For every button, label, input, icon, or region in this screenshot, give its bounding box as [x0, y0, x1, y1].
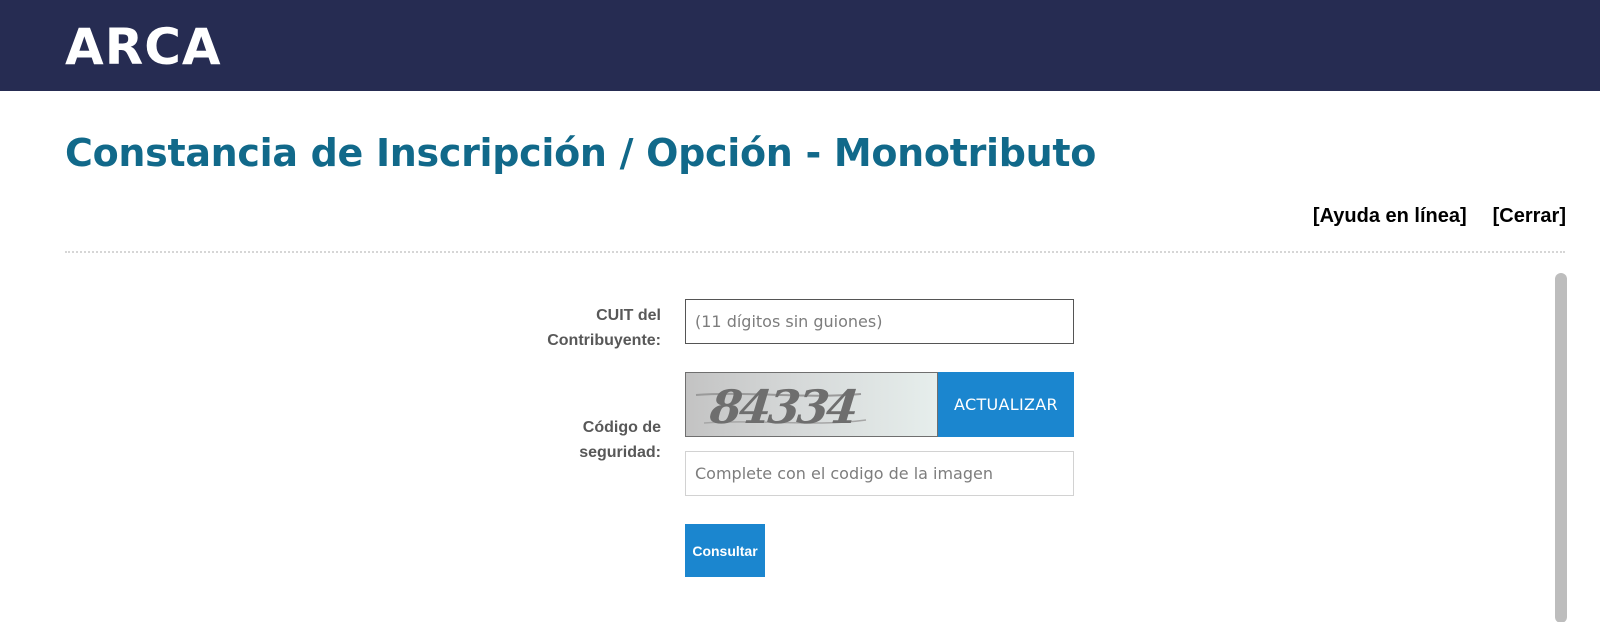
- consultar-button[interactable]: Consultar: [685, 524, 765, 577]
- page-title: Constancia de Inscripción / Opción - Mon…: [65, 131, 1097, 175]
- cuit-label-line1: CUIT del: [596, 307, 661, 324]
- top-links: [Ayuda en línea] [Cerrar]: [1313, 204, 1566, 228]
- security-label-line2: seguridad:: [579, 444, 661, 461]
- security-code-input[interactable]: [685, 451, 1074, 496]
- captcha-text: 84334: [707, 380, 860, 434]
- cuit-label-line2: Contribuyente:: [547, 332, 661, 349]
- close-link[interactable]: [Cerrar]: [1493, 204, 1566, 228]
- arca-logo: ARCA: [65, 18, 222, 76]
- security-label-line1: Código de: [582, 419, 661, 436]
- captcha-svg: 84334: [695, 380, 867, 434]
- top-header-bar: ARCA: [0, 0, 1600, 91]
- scrollbar-thumb[interactable]: [1555, 273, 1567, 622]
- refresh-captcha-button[interactable]: ACTUALIZAR: [938, 372, 1074, 437]
- cuit-label: CUIT del Contribuyente:: [461, 303, 661, 353]
- cuit-input[interactable]: [685, 299, 1074, 344]
- help-online-link[interactable]: [Ayuda en línea]: [1313, 204, 1467, 228]
- captcha-image: 84334: [685, 372, 938, 437]
- security-code-label: Código de seguridad:: [461, 415, 661, 465]
- dotted-divider: [65, 251, 1565, 253]
